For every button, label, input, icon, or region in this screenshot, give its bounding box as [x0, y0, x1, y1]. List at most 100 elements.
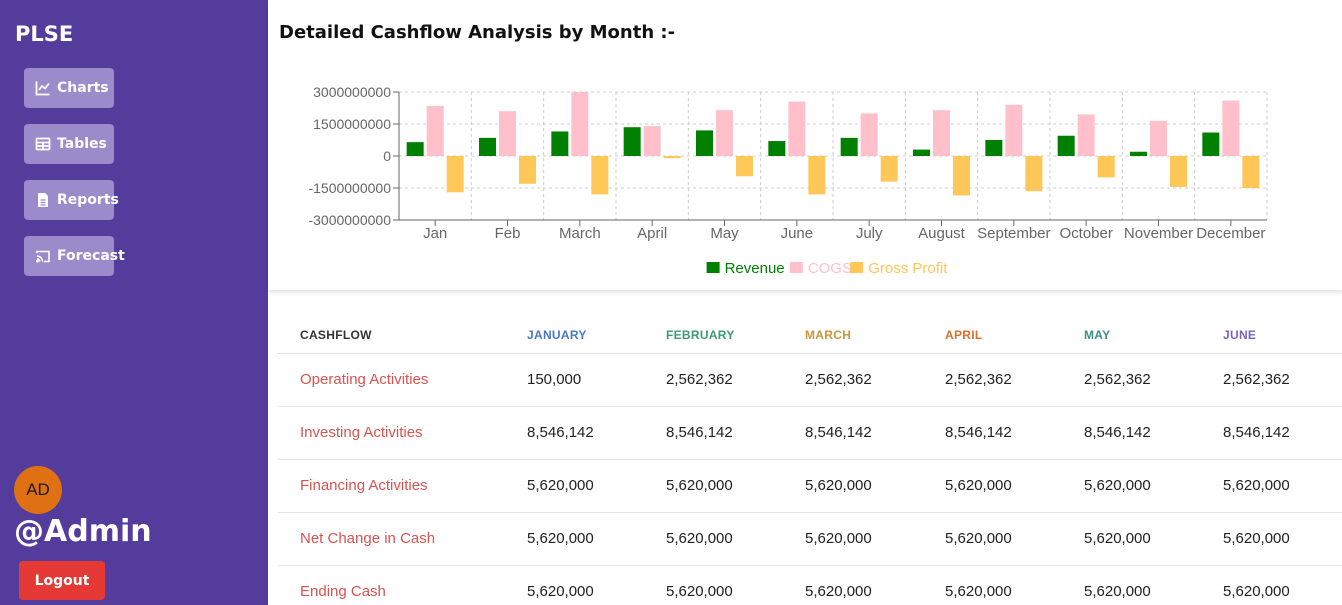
table-cell: 8,546,142 — [805, 424, 872, 441]
bar-gross-profit — [1097, 156, 1115, 178]
bar-cogs — [499, 111, 516, 156]
y-tick-label: -3000000000 — [308, 212, 391, 228]
bar-cogs — [716, 110, 733, 156]
legend-label: Gross Profit — [868, 260, 948, 277]
tables-button-label: Tables — [57, 136, 107, 152]
table-cell: 5,620,000 — [945, 530, 1012, 547]
reports-button-label: Reports — [57, 192, 119, 208]
x-tick-label: Feb — [495, 225, 521, 242]
bar-gross-profit — [1242, 156, 1260, 188]
bar-gross-profit — [663, 156, 681, 159]
bar-gross-profit — [953, 156, 970, 196]
x-tick-label: December — [1196, 225, 1265, 242]
table-cell: 8,546,142 — [1223, 424, 1290, 441]
header-month: FEBRUARY — [666, 328, 735, 342]
x-tick-label: November — [1124, 225, 1193, 242]
table-cell: 5,620,000 — [805, 583, 872, 600]
bar-revenue — [551, 131, 569, 156]
bar-revenue — [1057, 135, 1075, 156]
bar-gross-profit — [519, 156, 536, 184]
header-month: JUNE — [1223, 328, 1257, 342]
bar-cogs — [1150, 120, 1167, 156]
y-tick-label: 0 — [383, 148, 391, 164]
bar-revenue — [479, 137, 496, 156]
bar-revenue — [623, 127, 641, 156]
table-cell: 5,620,000 — [666, 530, 733, 547]
forecast-button-label: Forecast — [57, 248, 125, 264]
y-tick-label: 1500000000 — [313, 116, 391, 132]
table-cell: 5,620,000 — [527, 477, 594, 494]
bar-gross-profit — [1170, 156, 1187, 187]
table-cell: 5,620,000 — [527, 583, 594, 600]
table-cell: 5,620,000 — [1223, 477, 1290, 494]
cashflow-bar-chart: 3000000000 1500000000 0 -1500000000 -3000000… — [308, 84, 1268, 277]
x-tick-label: August — [918, 225, 966, 242]
reports-button[interactable]: Reports — [24, 180, 119, 220]
bar-cogs — [860, 113, 878, 156]
legend-label: COGS — [808, 260, 852, 277]
bar-revenue — [1130, 151, 1147, 156]
forecast-button[interactable]: Forecast — [24, 236, 125, 276]
bar-cogs — [1077, 114, 1095, 156]
file-icon — [38, 193, 48, 207]
charts-button[interactable]: Charts — [24, 68, 114, 108]
bar-cogs — [933, 110, 950, 156]
legend-swatch — [850, 262, 864, 273]
table-row: Net Change in Cash 5,620,000 5,620,000 5… — [278, 513, 1342, 566]
table-cell: 5,620,000 — [527, 530, 594, 547]
bar-gross-profit — [446, 156, 464, 193]
header-cashflow: CASHFLOW — [300, 328, 372, 342]
table-cell: 5,620,000 — [1223, 530, 1290, 547]
table-row: Ending Cash 5,620,000 5,620,000 5,620,00… — [278, 566, 1342, 605]
table-cell: 2,562,362 — [1223, 371, 1290, 388]
header-month: JANUARY — [527, 328, 587, 342]
table-row: Financing Activities 5,620,000 5,620,000… — [278, 460, 1342, 513]
table-cell: 5,620,000 — [1084, 530, 1151, 547]
bar-cogs — [1222, 100, 1240, 156]
bar-revenue — [696, 130, 713, 156]
table-cell: 5,620,000 — [1084, 583, 1151, 600]
table-cell: 2,562,362 — [805, 371, 872, 388]
x-tick-label: October — [1059, 225, 1112, 242]
header-month: MARCH — [805, 328, 852, 342]
table-cell: 5,620,000 — [1084, 477, 1151, 494]
y-tick-label: 3000000000 — [313, 84, 391, 100]
table-cell: 2,562,362 — [1084, 371, 1151, 388]
row-label: Ending Cash — [300, 583, 386, 600]
table-cell: 8,546,142 — [945, 424, 1012, 441]
table-cell: 5,620,000 — [666, 583, 733, 600]
row-label: Investing Activities — [300, 424, 423, 441]
bar-gross-profit — [736, 156, 753, 177]
bar-gross-profit — [880, 156, 898, 182]
table-cell: 2,562,362 — [945, 371, 1012, 388]
bar-revenue — [840, 137, 858, 156]
bar-gross-profit — [808, 156, 826, 195]
table-row: Operating Activities 150,000 2,562,362 2… — [278, 354, 1342, 407]
x-tick-label: July — [856, 225, 883, 242]
avatar[interactable]: AD — [14, 466, 62, 514]
legend-swatch — [789, 262, 803, 273]
brand-logo: PLSE — [15, 22, 74, 46]
table-cell: 5,620,000 — [1223, 583, 1290, 600]
x-tick-label: April — [637, 225, 667, 242]
sidebar: PLSE Charts Tables Reports Forecast AD @… — [0, 0, 268, 605]
bar-revenue — [913, 149, 930, 156]
legend-label: Revenue — [725, 260, 785, 277]
tables-button[interactable]: Tables — [24, 124, 114, 164]
row-label: Net Change in Cash — [300, 530, 436, 547]
x-tick-label: September — [977, 225, 1050, 242]
x-tick-label: May — [710, 225, 739, 242]
x-tick-label: March — [559, 225, 601, 242]
table-cell: 5,620,000 — [805, 530, 872, 547]
row-label: Financing Activities — [300, 477, 428, 494]
y-tick-label: -1500000000 — [308, 180, 391, 196]
bar-cogs — [571, 92, 589, 156]
bar-gross-profit — [591, 156, 609, 195]
x-tick-label: June — [781, 225, 814, 242]
charts-button-label: Charts — [57, 80, 109, 96]
table-row: Investing Activities 8,546,142 8,546,142… — [278, 407, 1342, 460]
bar-gross-profit — [1025, 156, 1043, 192]
bar-cogs — [788, 101, 806, 156]
logout-button[interactable]: Logout — [19, 561, 105, 600]
table-cell: 8,546,142 — [527, 424, 594, 441]
